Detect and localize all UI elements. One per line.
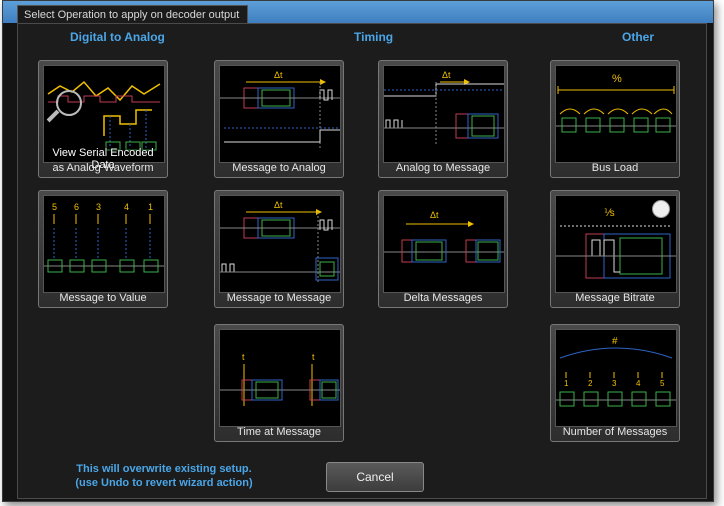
card-message-bitrate[interactable]: ⅟s Message Bitrate xyxy=(550,190,680,308)
title-bar: Select Operation to apply on decoder out… xyxy=(3,1,713,24)
header-timing: Timing xyxy=(354,30,394,44)
header-other: Other xyxy=(622,30,655,44)
warning-line-1: This will overwrite existing setup. xyxy=(76,463,252,475)
delta-t-label: Δt xyxy=(274,200,283,210)
card-label-message-to-message: Message to Message xyxy=(226,292,332,304)
t-label: t xyxy=(312,352,315,362)
card-label-delta-messages: Delta Messages xyxy=(403,292,483,304)
time-at-message-illustration: t t xyxy=(219,329,341,427)
count-label: 5 xyxy=(660,379,665,388)
bus-load-illustration: % xyxy=(555,65,677,163)
card-label-number-of-messages: Number of Messages xyxy=(562,426,668,438)
value-label: 4 xyxy=(124,202,129,212)
card-delta-messages[interactable]: Δt Delta Messages xyxy=(378,190,508,308)
dialog-title: Select Operation to apply on decoder out… xyxy=(17,5,249,24)
delta-t-label: Δt xyxy=(274,70,283,80)
t-label: t xyxy=(242,352,245,362)
card-label-message-to-analog: Message to Analog xyxy=(232,162,326,174)
card-label-serial: as Analog Waveform xyxy=(52,162,154,174)
operation-dialog: Select Operation to apply on decoder out… xyxy=(2,0,714,502)
count-label: 4 xyxy=(636,379,641,388)
message-to-value-illustration: 5 6 3 4 1 xyxy=(43,195,165,293)
card-label-analog-to-message: Analog to Message xyxy=(395,162,491,174)
analog-to-message-illustration: Δt xyxy=(383,65,505,163)
delta-t-label: Δt xyxy=(430,210,439,220)
delta-t-label: Δt xyxy=(442,70,451,80)
value-label: 6 xyxy=(74,202,79,212)
message-to-message-illustration: Δt xyxy=(219,195,341,293)
warning-line-2: (use Undo to revert wizard action) xyxy=(75,477,253,489)
card-number-of-messages[interactable]: # 1 2 3 4 5 Number of Messages xyxy=(550,324,680,442)
stopwatch-icon xyxy=(652,200,670,218)
card-label-message-to-value: Message to Value xyxy=(59,292,147,304)
message-bitrate-illustration: ⅟s xyxy=(555,195,677,293)
dialog-body: Digital to Analog Timing Other View Seri… xyxy=(17,23,707,499)
number-of-messages-illustration: # 1 2 3 4 5 xyxy=(555,329,677,427)
fraction-label: ⅟s xyxy=(604,208,615,219)
percent-label: % xyxy=(612,73,622,85)
count-label: 2 xyxy=(588,379,593,388)
hash-label: # xyxy=(612,336,618,347)
magnifier-icon xyxy=(56,90,82,116)
value-label: 5 xyxy=(52,202,57,212)
card-label-time-at-message: Time at Message xyxy=(237,426,321,438)
overwrite-warning: This will overwrite existing setup. (use… xyxy=(34,462,294,490)
value-label: 1 xyxy=(148,202,153,212)
card-message-to-message[interactable]: Δt Message to Message xyxy=(214,190,344,308)
delta-messages-illustration: Δt xyxy=(383,195,505,293)
message-to-analog-illustration: Δt xyxy=(219,65,341,163)
header-digital-to-analog: Digital to Analog xyxy=(70,30,165,44)
card-time-at-message[interactable]: t t Time at Message xyxy=(214,324,344,442)
cancel-button[interactable]: Cancel xyxy=(326,462,424,492)
card-analog-to-message[interactable]: Δt Analog to Message xyxy=(378,60,508,178)
card-label-bus-load: Bus Load xyxy=(591,162,639,174)
value-label: 3 xyxy=(96,202,101,212)
card-label-message-bitrate: Message Bitrate xyxy=(575,292,655,304)
card-message-to-analog[interactable]: Δt Message to Analog xyxy=(214,60,344,178)
card-message-to-value[interactable]: 5 6 3 4 1 Message to Value xyxy=(38,190,168,308)
count-label: 1 xyxy=(564,379,569,388)
card-view-serial-as-analog[interactable]: View Serial Encoded Data as Analog Wavef… xyxy=(38,60,168,178)
card-bus-load[interactable]: % Bus Load xyxy=(550,60,680,178)
count-label: 3 xyxy=(612,379,617,388)
